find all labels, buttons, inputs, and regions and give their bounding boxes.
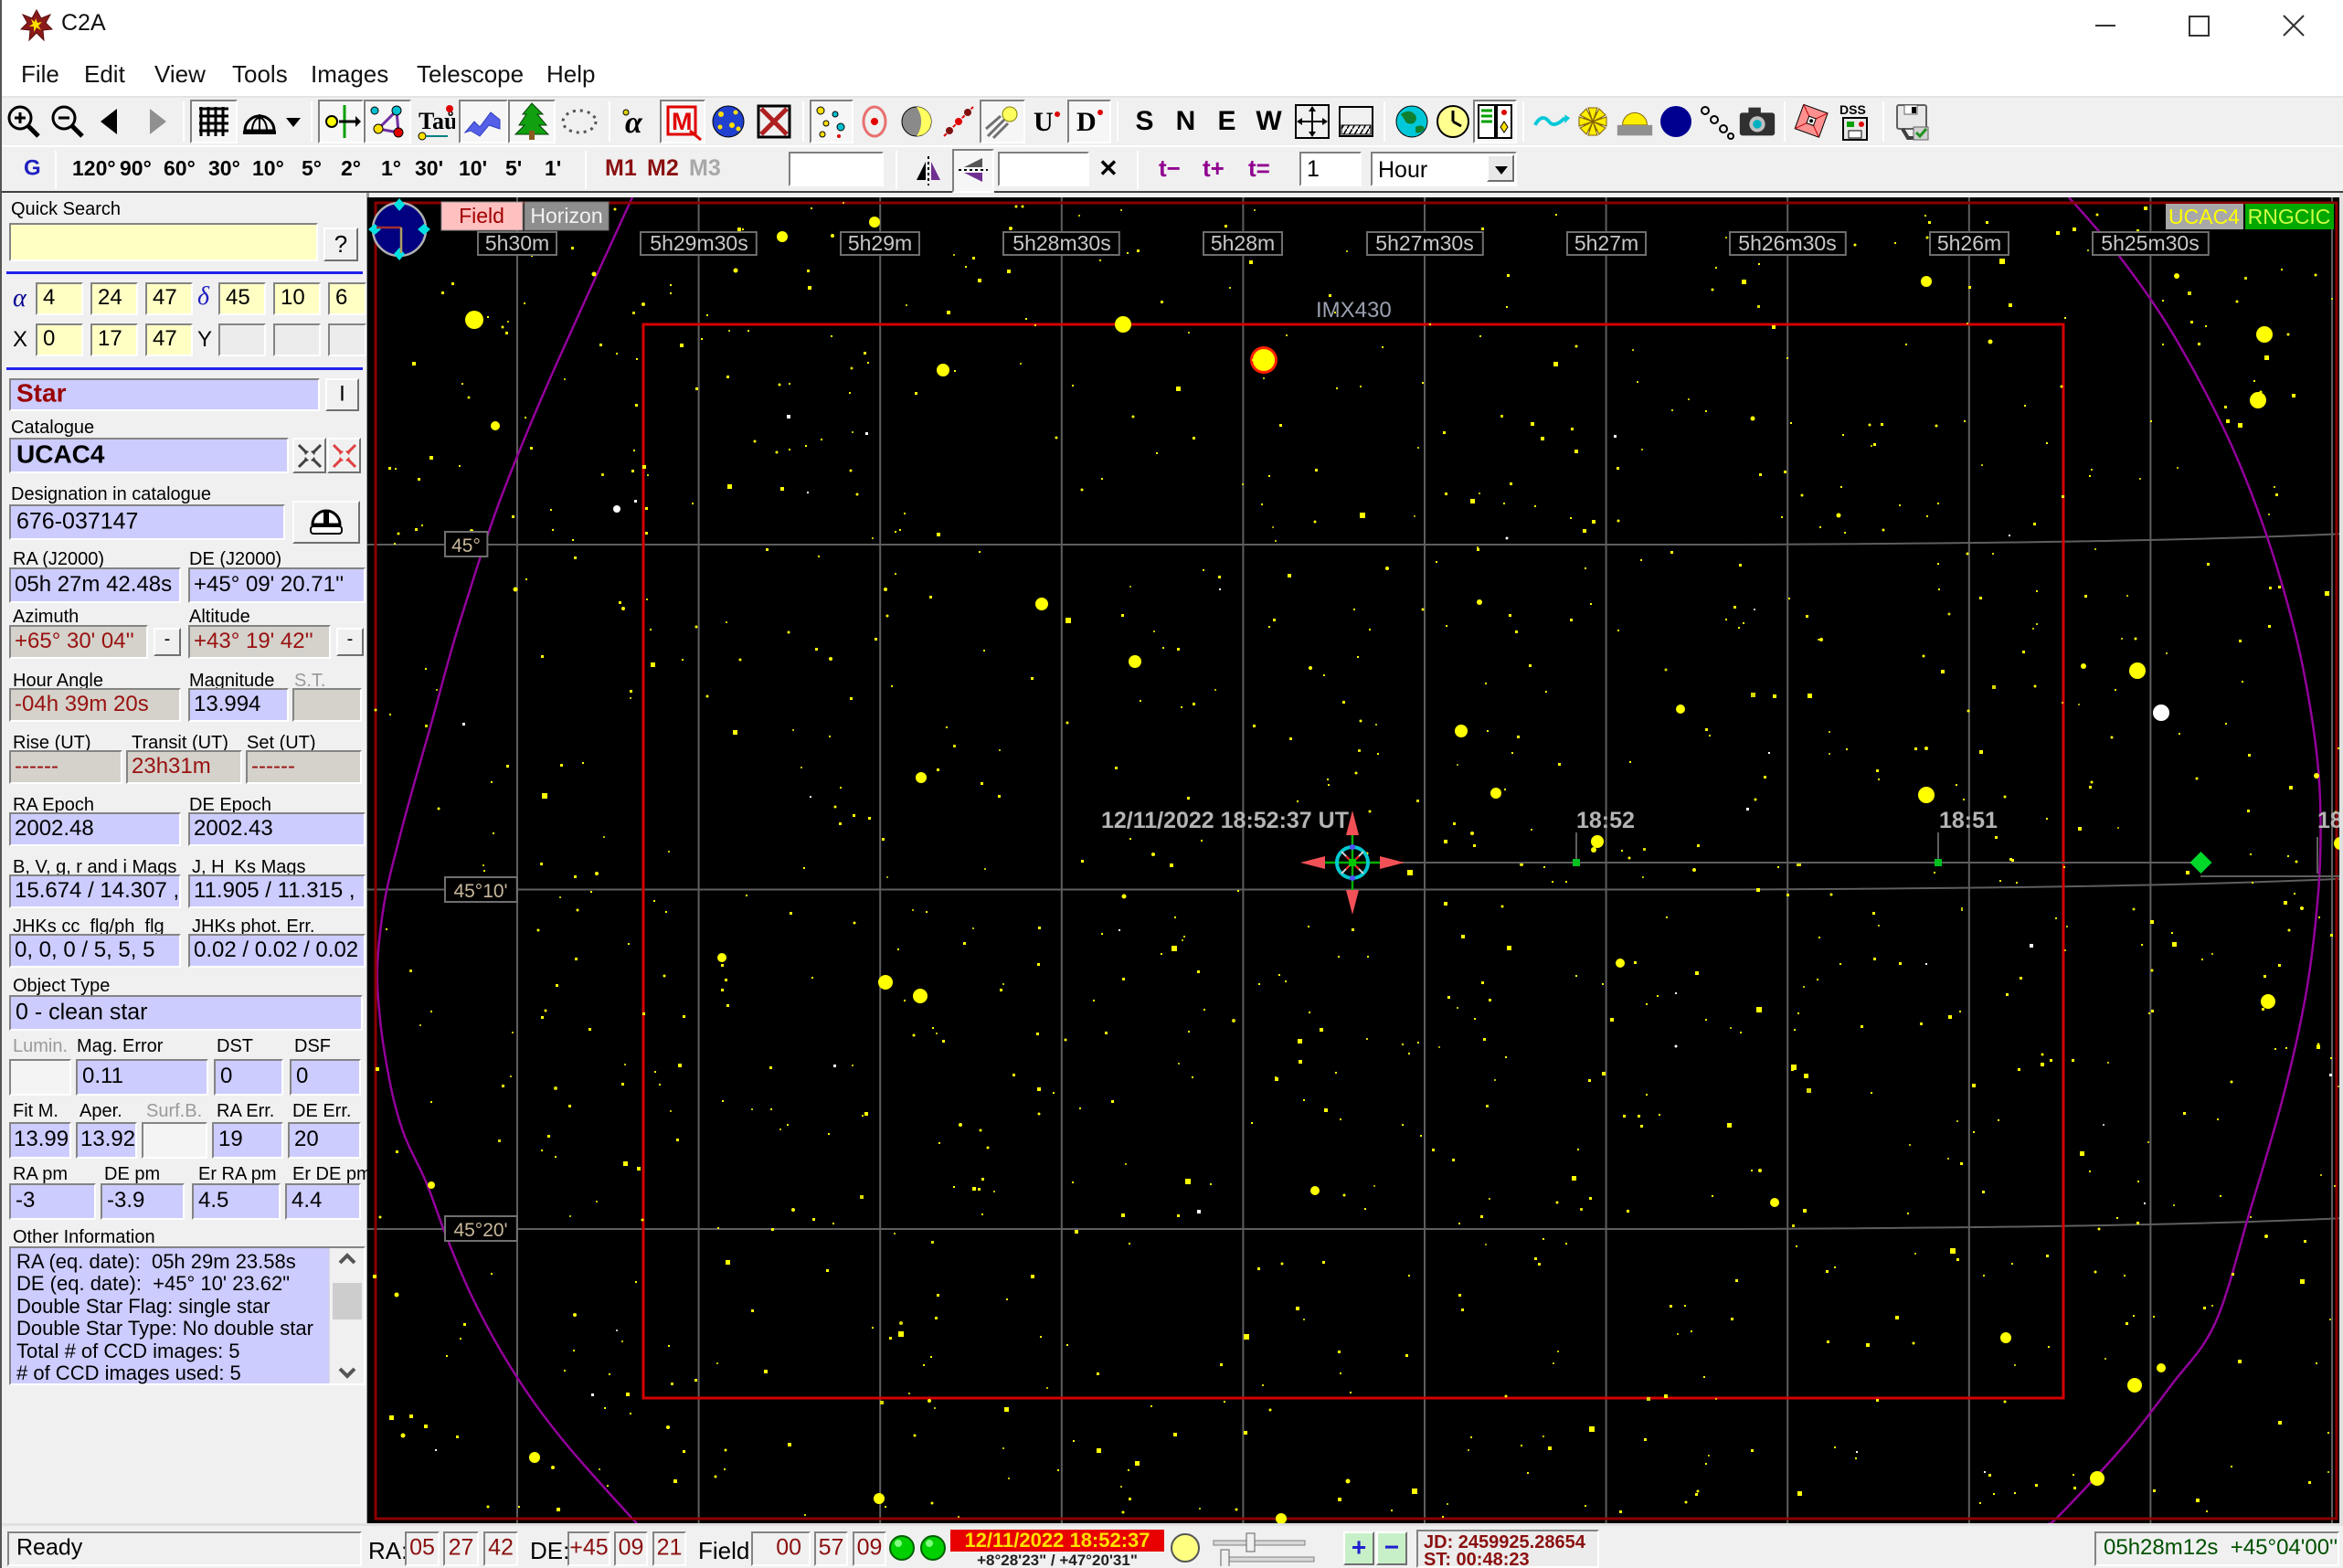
svg-text:UCAC4: UCAC4 [2168, 205, 2240, 228]
svg-text:5h25m30s: 5h25m30s [2101, 231, 2199, 255]
svg-text:5h28m: 5h28m [1211, 231, 1275, 255]
svg-text:18:52: 18:52 [1576, 808, 1635, 833]
svg-text:5h27m: 5h27m [1574, 231, 1638, 255]
svg-text:45°20': 45°20' [453, 1220, 507, 1241]
svg-text:Field: Field [459, 204, 504, 228]
svg-text:IMX430: IMX430 [1316, 298, 1392, 323]
svg-text:45°: 45° [451, 535, 481, 556]
svg-text:Horizon: Horizon [530, 204, 602, 228]
svg-text:DSS: DSS [1839, 102, 1866, 117]
svg-text:D: D [1076, 107, 1097, 137]
svg-text:12/11/2022 18:52:37 UT: 12/11/2022 18:52:37 UT [1101, 808, 1349, 833]
svg-text:5h26m30s: 5h26m30s [1738, 231, 1836, 255]
svg-text:RNGCIC: RNGCIC [2248, 205, 2331, 228]
svg-text:5h29m: 5h29m [848, 231, 912, 255]
svg-text:45°10': 45°10' [453, 881, 507, 902]
svg-text:5h28m30s: 5h28m30s [1012, 231, 1110, 255]
svg-text:5h29m30s: 5h29m30s [650, 231, 747, 255]
svg-text:5h26m: 5h26m [1937, 231, 2001, 255]
svg-text:M: M [672, 108, 693, 135]
svg-text:5h27m30s: 5h27m30s [1375, 231, 1473, 255]
svg-text:U: U [1034, 107, 1054, 137]
svg-text:18:51: 18:51 [1939, 808, 1998, 833]
svg-text:5h30m: 5h30m [485, 231, 549, 255]
